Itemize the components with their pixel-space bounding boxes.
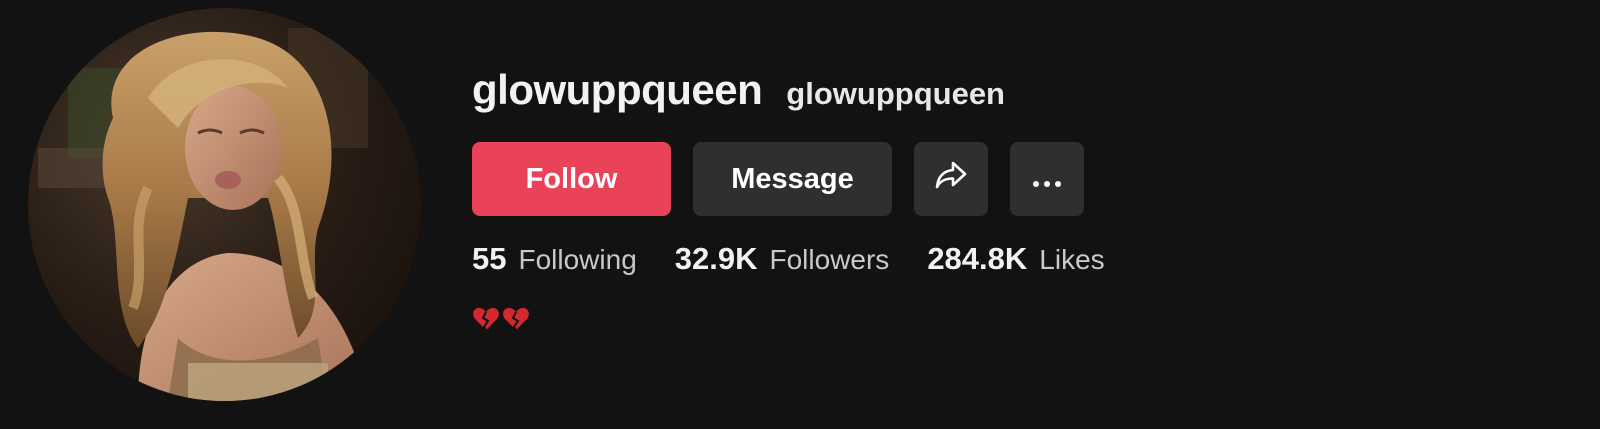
broken-heart-icon — [503, 307, 529, 331]
likes-count: 284.8K — [927, 241, 1028, 276]
name-row: glowuppqueen glowuppqueen — [472, 66, 1005, 114]
broken-heart-icon — [473, 307, 499, 331]
avatar[interactable] — [28, 8, 421, 401]
profile-stats: 55 Following 32.9K Followers 284.8K Like… — [472, 241, 1143, 277]
profile-header: glowuppqueen glowuppqueen Follow Message — [0, 0, 1600, 429]
following-count: 55 — [472, 241, 507, 276]
nickname: glowuppqueen — [786, 76, 1005, 111]
stat-following[interactable]: 55 Following — [472, 241, 637, 277]
more-options-button[interactable] — [1010, 142, 1084, 216]
share-arrow-icon — [934, 160, 968, 198]
follow-button[interactable]: Follow — [472, 142, 671, 216]
stat-likes: 284.8K Likes — [927, 241, 1104, 277]
share-button[interactable] — [914, 142, 988, 216]
action-buttons: Follow Message — [472, 142, 1084, 216]
stat-followers[interactable]: 32.9K Followers — [675, 241, 890, 277]
bio — [472, 305, 532, 333]
message-button[interactable]: Message — [693, 142, 892, 216]
followers-label: Followers — [769, 244, 890, 275]
avatar-photo — [28, 8, 421, 401]
following-label: Following — [518, 244, 637, 275]
more-dots-icon — [1032, 163, 1062, 196]
followers-count: 32.9K — [674, 241, 758, 276]
username: glowuppqueen — [472, 66, 763, 113]
likes-label: Likes — [1039, 244, 1105, 275]
